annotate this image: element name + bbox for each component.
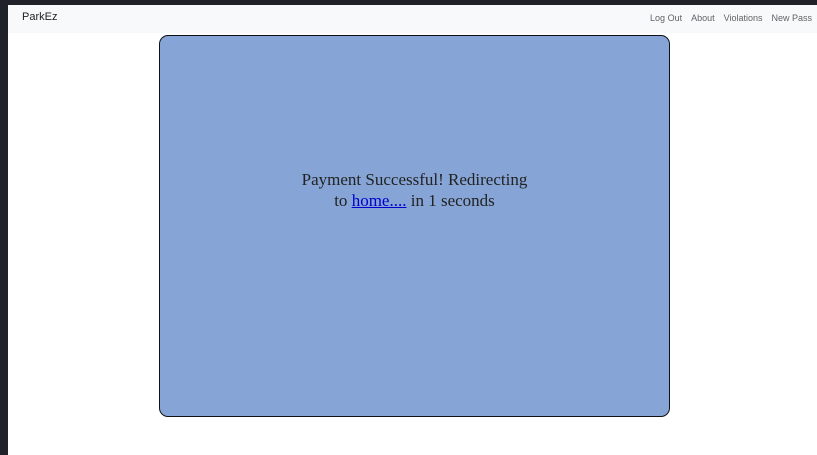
redirect-in-text: in bbox=[406, 191, 429, 210]
navbar: ParkEz Log Out About Violations New Pass bbox=[8, 5, 817, 33]
brand-link[interactable]: ParkEz bbox=[22, 11, 57, 23]
countdown-seconds: 1 bbox=[428, 191, 437, 210]
seconds-label: seconds bbox=[436, 191, 495, 210]
nav-link-log-out[interactable]: Log Out bbox=[650, 13, 682, 23]
nav-link-about[interactable]: About bbox=[691, 13, 715, 23]
home-link[interactable]: home.... bbox=[352, 191, 407, 210]
redirect-prefix: to bbox=[334, 191, 352, 210]
nav-link-violations[interactable]: Violations bbox=[724, 13, 763, 23]
nav-link-new-pass[interactable]: New Pass bbox=[771, 13, 812, 23]
payment-status-card: Payment Successful! Redirecting to home.… bbox=[159, 35, 670, 417]
redirect-message: Payment Successful! Redirecting to home.… bbox=[160, 169, 669, 211]
success-text: Payment Successful! Redirecting bbox=[301, 170, 528, 189]
nav-links: Log Out About Violations New Pass bbox=[650, 13, 812, 23]
page: ParkEz Log Out About Violations New Pass… bbox=[8, 5, 817, 455]
